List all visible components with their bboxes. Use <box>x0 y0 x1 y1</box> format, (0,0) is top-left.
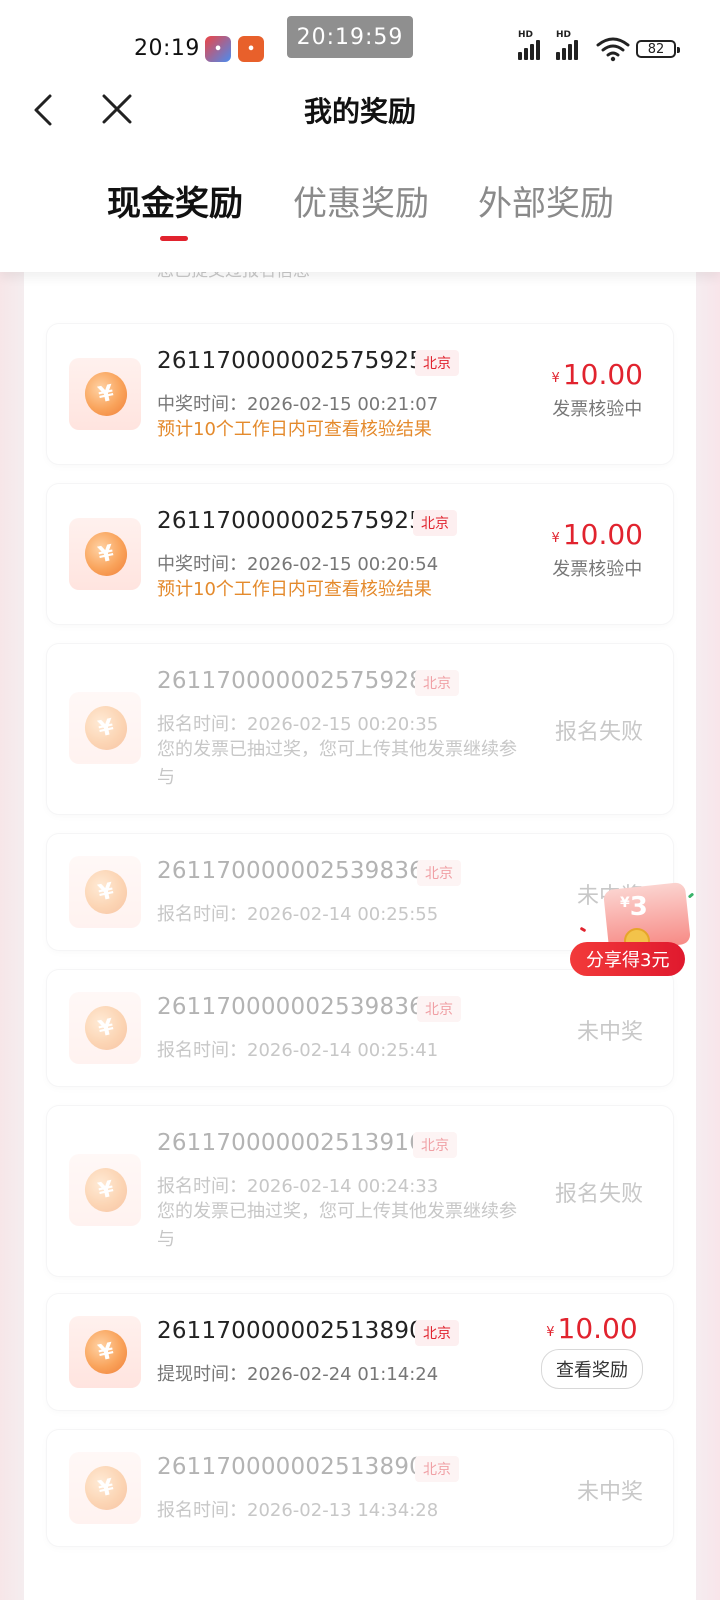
signal-icon: HD <box>518 30 540 60</box>
reward-card[interactable]: ¥ 26117000000251389069 北京 提现时间：2026-02-2… <box>47 1294 673 1410</box>
reward-status-area: 未中奖 <box>577 1474 643 1506</box>
reward-card[interactable]: ¥ 26117000000251389070 北京 报名时间：2026-02-1… <box>47 1430 673 1546</box>
app-root: 20:19 • • 20:19:59 HD HD 82 我的奖励 现金奖励 优惠… <box>0 0 720 1600</box>
status-bar: 20:19 • • 20:19:59 HD HD 82 <box>0 0 720 90</box>
reward-time: 提现时间：2026-02-24 01:14:24 <box>157 1364 439 1385</box>
tab-cash-rewards[interactable]: 现金奖励 <box>107 176 243 225</box>
reward-time: 报名时间：2026-02-15 00:20:35 <box>157 714 439 735</box>
reward-time: 报名时间：2026-02-14 00:25:41 <box>157 1040 439 1061</box>
reward-code: 26117000000253983664 <box>157 994 454 1020</box>
region-badge: 北京 <box>415 1320 459 1346</box>
reward-note: 预计10个工作日内可查看核验结果 <box>157 419 432 440</box>
reward-card[interactable]: ¥ 26117000000257592879 北京 报名时间：2026-02-1… <box>47 644 673 814</box>
reward-code: 26117000000257592587 <box>157 348 454 374</box>
reward-code: 26117000000257592879 <box>157 668 454 694</box>
view-reward-button[interactable]: 查看奖励 <box>541 1349 643 1389</box>
confetti-decoration <box>579 926 587 933</box>
reward-note: 您的发票已抽过奖，您可上传其他发票继续参与 <box>157 1201 517 1250</box>
notification-app-icon-2: • <box>238 36 264 62</box>
reward-time: 中奖时间：2026-02-15 00:20:54 <box>157 554 439 575</box>
reward-code: 26117000000257592591 <box>157 508 454 534</box>
reward-note: 预计10个工作日内可查看核验结果 <box>157 579 432 600</box>
reward-note: 您的发票已抽过奖，您可上传其他发票继续参与 <box>157 739 517 788</box>
share-label: 分享得3元 <box>570 942 686 976</box>
coin-icon: ¥ <box>69 856 141 928</box>
reward-status-area: ¥10.00 发票核验中 <box>552 518 643 581</box>
battery-level: 82 <box>647 41 665 57</box>
reward-code: 26117000000251389070 <box>157 1454 454 1480</box>
tab-external-rewards[interactable]: 外部奖励 <box>478 176 614 225</box>
coin-icon: ¥ <box>69 1316 141 1388</box>
wifi-icon <box>596 37 630 62</box>
share-amount: ¥3 <box>620 892 648 922</box>
coin-icon: ¥ <box>69 992 141 1064</box>
reward-tabs: 现金奖励 优惠奖励 外部奖励 <box>0 176 720 256</box>
coin-icon: ¥ <box>69 358 141 430</box>
confetti-decoration <box>687 892 695 899</box>
status-clock: 20:19 <box>134 36 200 61</box>
reward-status-area: 报名失败 <box>555 1176 643 1208</box>
battery-icon: 82 <box>636 40 680 58</box>
reward-code: 26117000000251389069 <box>157 1318 454 1344</box>
coin-icon: ¥ <box>69 1452 141 1524</box>
reward-amount: ¥10.00 <box>551 518 643 551</box>
reward-code: 26117000000253983666 <box>157 858 454 884</box>
region-badge: 北京 <box>415 670 459 696</box>
reward-time: 报名时间：2026-02-14 00:24:33 <box>157 1176 439 1197</box>
nav-bar: 我的奖励 <box>0 80 720 140</box>
coin-icon: ¥ <box>69 1154 141 1226</box>
region-badge: 北京 <box>417 860 461 886</box>
reward-amount: ¥10.00 <box>546 1312 638 1345</box>
coin-icon: ¥ <box>69 692 141 764</box>
reward-status-area: ¥10.00 发票核验中 <box>552 358 643 421</box>
reward-amount: ¥10.00 <box>551 358 643 391</box>
signal-icon-2: HD <box>556 30 578 60</box>
tab-discount-rewards[interactable]: 优惠奖励 <box>293 176 429 225</box>
reward-card[interactable]: ¥ 26117000000257592587 北京 中奖时间：2026-02-1… <box>47 324 673 464</box>
reward-card[interactable]: ¥ 26117000000257592591 北京 中奖时间：2026-02-1… <box>47 484 673 624</box>
active-tab-indicator <box>160 236 188 241</box>
reward-time: 报名时间：2026-02-13 14:34:28 <box>157 1500 439 1521</box>
region-badge: 北京 <box>413 510 457 536</box>
reward-time: 中奖时间：2026-02-15 00:21:07 <box>157 394 439 415</box>
reward-status: 发票核验中 <box>552 399 643 420</box>
page-title: 我的奖励 <box>303 95 416 128</box>
reward-status-area: 报名失败 <box>555 714 643 746</box>
recording-timer: 20:19:59 <box>287 16 413 58</box>
coin-icon: ¥ <box>69 518 141 590</box>
reward-status: 未中奖 <box>576 1480 643 1505</box>
region-badge: 北京 <box>413 1132 457 1158</box>
reward-time: 报名时间：2026-02-14 00:25:55 <box>157 904 439 925</box>
reward-code: 26117000000251391638 <box>157 1130 454 1156</box>
reward-card[interactable]: ¥ 26117000000251391638 北京 报名时间：2026-02-1… <box>47 1106 673 1276</box>
reward-status: 发票核验中 <box>552 559 643 580</box>
region-badge: 北京 <box>417 996 461 1022</box>
region-badge: 北京 <box>415 350 459 376</box>
region-badge: 北京 <box>415 1456 459 1482</box>
reward-status: 报名失败 <box>554 1182 643 1207</box>
reward-status: 未中奖 <box>576 1020 643 1045</box>
reward-status: 报名失败 <box>554 720 643 745</box>
reward-status-area: 未中奖 <box>577 1014 643 1046</box>
notification-app-icon: • <box>205 36 231 62</box>
reward-status-area: ¥10.00 查看奖励 <box>541 1312 643 1389</box>
header: 20:19 • • 20:19:59 HD HD 82 我的奖励 现金奖励 优惠… <box>0 0 720 272</box>
share-reward-widget[interactable]: ¥3 分享得3元 <box>570 880 720 990</box>
